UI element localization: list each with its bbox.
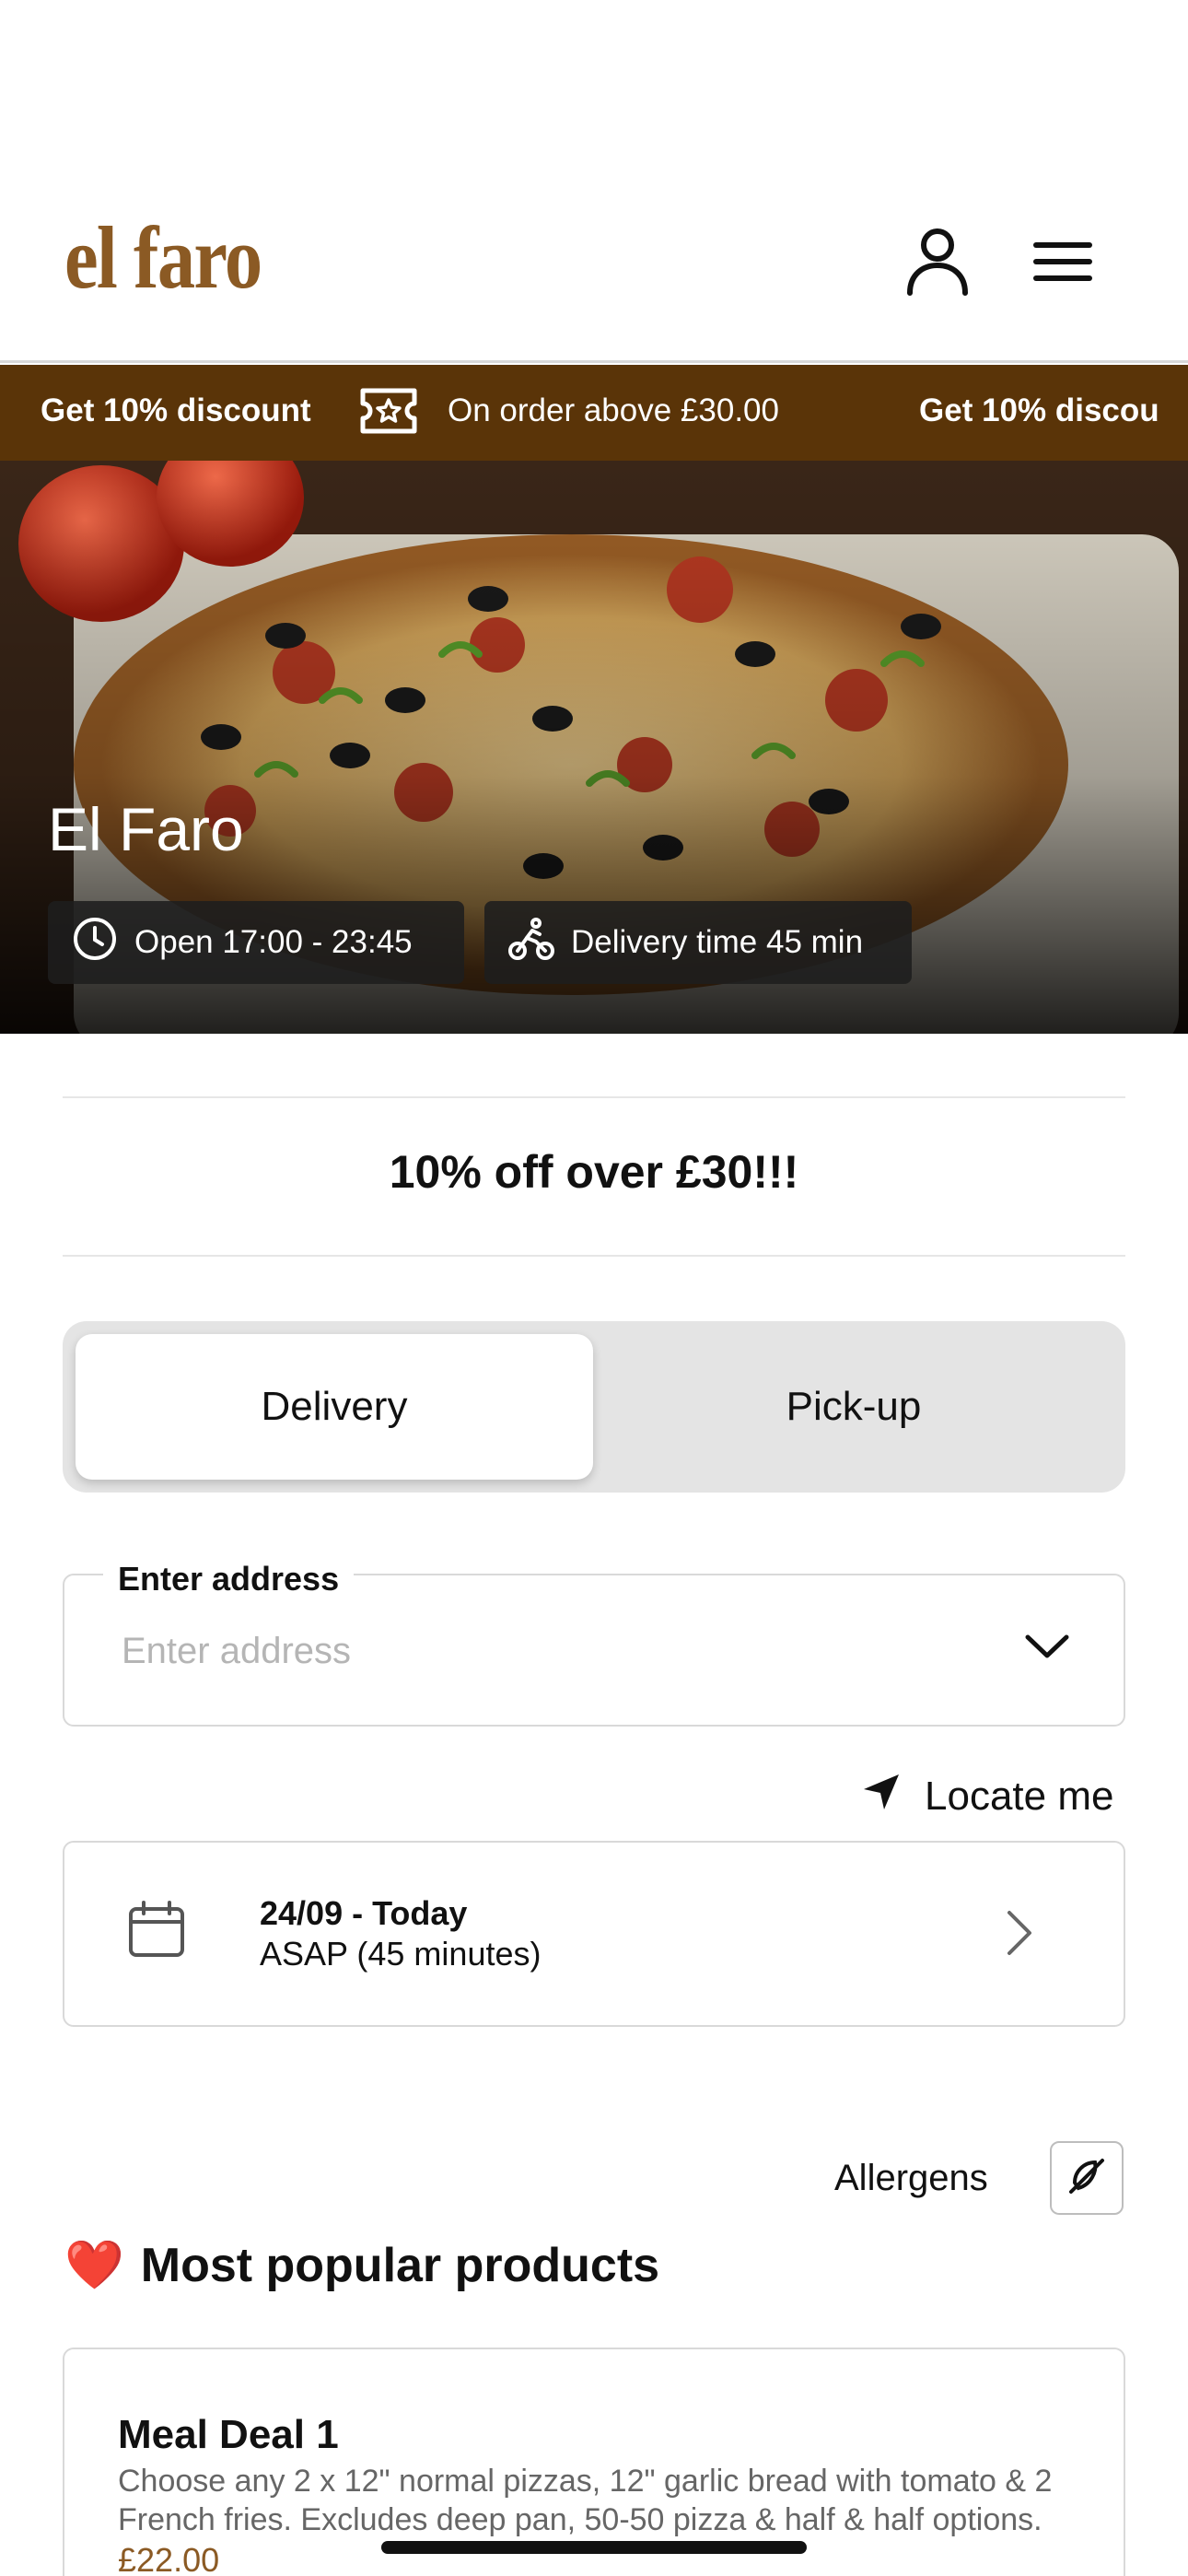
locate-me-label: Locate me bbox=[925, 1774, 1114, 1819]
navigation-arrow-icon bbox=[862, 1773, 901, 1821]
restaurant-name: El Faro bbox=[48, 795, 244, 863]
user-icon[interactable] bbox=[899, 223, 976, 300]
order-mode-toggle: Delivery Pick-up bbox=[63, 1321, 1125, 1493]
offer-text: 10% off over £30!!! bbox=[389, 1146, 799, 1198]
promo-condition-label: On order above £30.00 bbox=[448, 392, 779, 428]
menu-icon[interactable] bbox=[1024, 223, 1101, 300]
delivery-time-chip: Delivery time 45 min bbox=[484, 901, 912, 984]
promo-discount-label-repeat: Get 10% discou bbox=[919, 392, 1159, 428]
promo-banner: Get 10% discount On order above £30.00 G… bbox=[0, 365, 1188, 461]
chevron-right-icon bbox=[1006, 1909, 1033, 1961]
heart-icon: ❤️ bbox=[64, 2239, 124, 2292]
opening-hours-text: Open 17:00 - 23:45 bbox=[134, 924, 413, 960]
calendar-icon bbox=[127, 1900, 186, 1963]
address-field-label: Enter address bbox=[103, 1563, 355, 1596]
schedule-date: 24/09 - Today bbox=[260, 1894, 468, 1932]
delivery-option[interactable]: Delivery bbox=[76, 1334, 593, 1480]
bike-icon bbox=[508, 916, 554, 970]
locate-me-button[interactable]: Locate me bbox=[862, 1767, 1113, 1826]
product-price: £22.00 bbox=[118, 2541, 220, 2576]
divider bbox=[63, 1255, 1125, 1257]
popular-title-text: Most popular products bbox=[140, 2238, 660, 2292]
schedule-time: ASAP (45 minutes) bbox=[260, 1935, 542, 1973]
pickup-option[interactable]: Pick-up bbox=[595, 1334, 1112, 1480]
brand-logo[interactable]: el faro bbox=[64, 214, 262, 302]
opening-hours-chip: Open 17:00 - 23:45 bbox=[48, 901, 464, 984]
divider bbox=[63, 1096, 1125, 1098]
allergen-filter-button[interactable] bbox=[1050, 2141, 1124, 2215]
home-indicator[interactable] bbox=[381, 2541, 807, 2554]
allergens-label[interactable]: Allergens bbox=[834, 2158, 988, 2199]
app-header: el faro bbox=[0, 0, 1188, 363]
chevron-down-icon[interactable] bbox=[1024, 1633, 1070, 1665]
delivery-time-text: Delivery time 45 min bbox=[571, 924, 864, 960]
popular-section-title: ❤️ Most popular products bbox=[64, 2237, 659, 2293]
no-allergen-icon bbox=[1066, 2155, 1108, 2202]
product-name: Meal Deal 1 bbox=[118, 2412, 339, 2457]
ticket-icon bbox=[359, 385, 418, 441]
clock-icon bbox=[72, 916, 118, 970]
schedule-selector[interactable] bbox=[63, 1841, 1125, 2027]
promo-discount-label: Get 10% discount bbox=[41, 392, 311, 428]
address-input[interactable] bbox=[122, 1623, 950, 1679]
product-description: Choose any 2 x 12" normal pizzas, 12" ga… bbox=[118, 2464, 1053, 2537]
